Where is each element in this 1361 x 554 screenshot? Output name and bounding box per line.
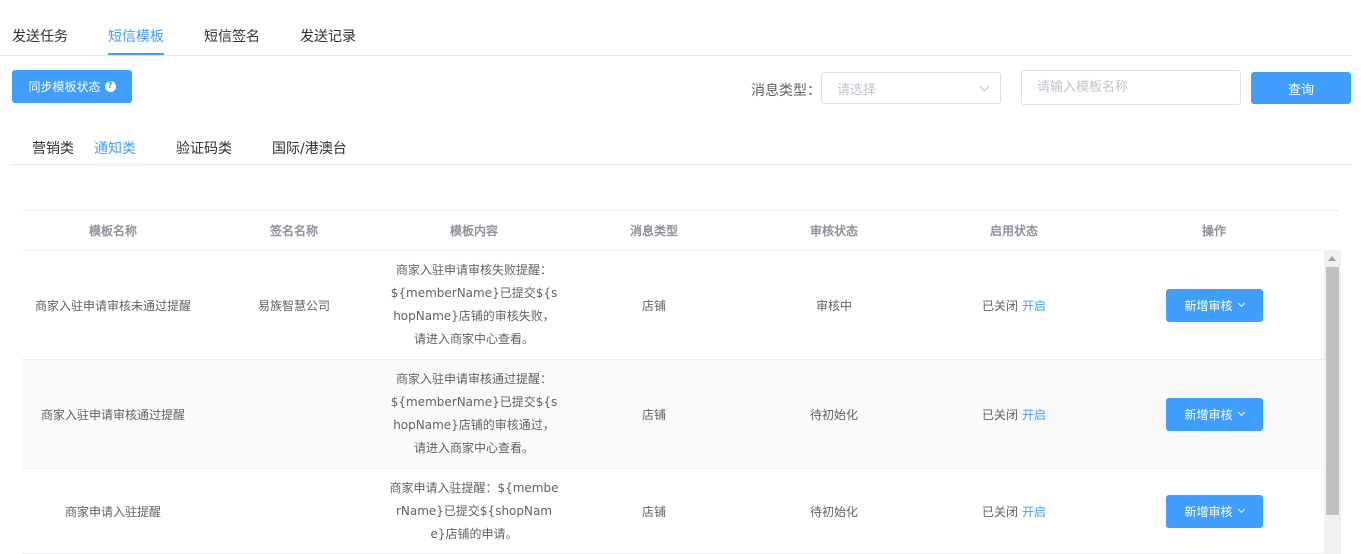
tab-sms-template[interactable]: 短信模板 <box>108 26 164 46</box>
tab-send-task[interactable]: 发送任务 <box>12 26 68 46</box>
question-circle-icon: ? <box>104 81 116 92</box>
action-cell: 新增审核 <box>1104 360 1324 468</box>
header-audit-status: 审核状态 <box>809 224 858 238</box>
enable-status-cell: 已关闭 开启 <box>924 251 1104 359</box>
enable-link[interactable]: 开启 <box>1022 406 1046 423</box>
header-signature-name: 签名名称 <box>269 224 318 238</box>
tab-send-record[interactable]: 发送记录 <box>300 26 356 46</box>
tab-marketing[interactable]: 营销类 <box>32 138 74 158</box>
signature-name-cell: 易族智慧公司 <box>257 298 330 313</box>
header-actions: 操作 <box>1201 224 1226 238</box>
tab-international[interactable]: 国际/港澳台 <box>272 138 347 158</box>
template-name-cell: 商家入驻申请审核未通过提醒 <box>34 298 191 313</box>
enable-status-cell: 已关闭 开启 <box>924 360 1104 468</box>
message-type-cell: 店铺 <box>641 504 666 519</box>
template-content-text: 商家申请入驻提醒：${memberName}已提交${shopName}店铺的申… <box>389 480 559 541</box>
chevron-down-icon <box>1237 505 1245 514</box>
header-template-name: 模板名称 <box>88 224 137 238</box>
table-row: 商家入驻申请审核通过提醒 商家入驻申请审核通过提醒：${memberName}已… <box>22 360 1324 469</box>
chevron-down-icon <box>1237 299 1245 308</box>
table-header: 模板名称 签名名称 模板内容 消息类型 审核状态 启用状态 操作 <box>22 210 1340 251</box>
message-type-cell: 店铺 <box>641 407 666 422</box>
tab-notification[interactable]: 通知类 <box>94 138 136 158</box>
template-content-cell: 商家入驻申请审核失败提醒：${memberName}已提交${shopName}… <box>384 251 564 359</box>
chevron-down-icon <box>1237 408 1245 417</box>
add-audit-dropdown-button[interactable]: 新增审核 <box>1165 494 1263 528</box>
header-enable-status: 启用状态 <box>989 224 1038 238</box>
action-cell: 新增审核 <box>1104 251 1324 359</box>
enable-status-text: 已关闭 <box>981 504 1018 519</box>
template-name-cell: 商家申请入驻提醒 <box>64 504 161 519</box>
sync-button-label: 同步模板状态 <box>28 80 101 94</box>
query-button[interactable]: 查询 <box>1251 72 1351 104</box>
action-cell: 新增审核 <box>1104 469 1324 553</box>
template-content-cell: 商家申请入驻提醒：${memberName}已提交${shopName}店铺的申… <box>384 469 564 553</box>
chevron-down-icon <box>979 81 990 91</box>
audit-status-cell: 审核中 <box>815 298 852 313</box>
table-scrollbar[interactable] <box>1324 251 1341 554</box>
enable-status-text: 已关闭 <box>981 298 1018 313</box>
sync-template-status-button[interactable]: 同步模板状态 ? <box>12 70 132 103</box>
template-name-cell: 商家入驻申请审核通过提醒 <box>40 407 185 422</box>
scroll-up-arrow-icon[interactable] <box>1328 256 1336 261</box>
table-row: 商家申请入驻提醒 商家申请入驻提醒：${memberName}已提交${shop… <box>22 469 1324 554</box>
audit-status-cell: 待初始化 <box>809 504 858 519</box>
enable-status-cell: 已关闭 开启 <box>924 469 1104 553</box>
tab-verification-code[interactable]: 验证码类 <box>176 138 232 158</box>
header-message-type: 消息类型 <box>629 224 678 238</box>
template-content-cell: 商家入驻申请审核通过提醒：${memberName}已提交${shopName}… <box>384 360 564 468</box>
enable-link[interactable]: 开启 <box>1022 503 1046 520</box>
active-tab-indicator <box>108 53 164 55</box>
add-audit-label: 新增审核 <box>1184 504 1233 519</box>
tab-sms-signature[interactable]: 短信签名 <box>204 26 260 46</box>
signature-name-cell <box>204 360 384 468</box>
message-type-cell: 店铺 <box>641 298 666 313</box>
message-type-select[interactable]: 请选择 <box>821 72 1001 104</box>
signature-name-cell <box>204 469 384 553</box>
add-audit-label: 新增审核 <box>1184 407 1233 422</box>
template-content-text: 商家入驻申请审核失败提醒：${memberName}已提交${shopName}… <box>390 263 558 346</box>
add-audit-dropdown-button[interactable]: 新增审核 <box>1165 397 1263 431</box>
enable-status-text: 已关闭 <box>981 407 1018 422</box>
table-row: 商家入驻申请审核未通过提醒 易族智慧公司 商家入驻申请审核失败提醒：${memb… <box>22 251 1324 360</box>
audit-status-cell: 待初始化 <box>809 407 858 422</box>
message-type-label: 消息类型： <box>751 83 821 99</box>
scrollbar-thumb[interactable] <box>1326 267 1339 515</box>
top-tabs: 发送任务 短信模板 短信签名 发送记录 <box>0 0 1351 56</box>
template-name-input[interactable] <box>1021 70 1241 105</box>
add-audit-label: 新增审核 <box>1184 298 1233 313</box>
template-content-text: 商家入驻申请审核通过提醒：${memberName}已提交${shopName}… <box>390 372 558 455</box>
enable-link[interactable]: 开启 <box>1022 297 1046 314</box>
message-type-placeholder: 请选择 <box>837 82 877 98</box>
add-audit-dropdown-button[interactable]: 新增审核 <box>1165 288 1263 322</box>
header-template-content: 模板内容 <box>449 224 498 238</box>
category-tabs: 营销类 通知类 验证码类 国际/港澳台 <box>12 128 1351 165</box>
